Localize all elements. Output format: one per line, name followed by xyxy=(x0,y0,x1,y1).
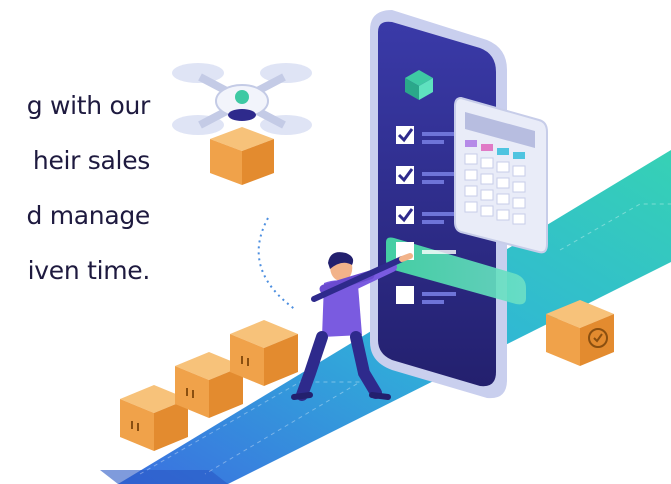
carried-box xyxy=(210,127,274,185)
dotted-arrow xyxy=(257,217,297,311)
illustration xyxy=(100,10,671,484)
drone-icon xyxy=(172,63,312,185)
calculator xyxy=(454,96,548,254)
